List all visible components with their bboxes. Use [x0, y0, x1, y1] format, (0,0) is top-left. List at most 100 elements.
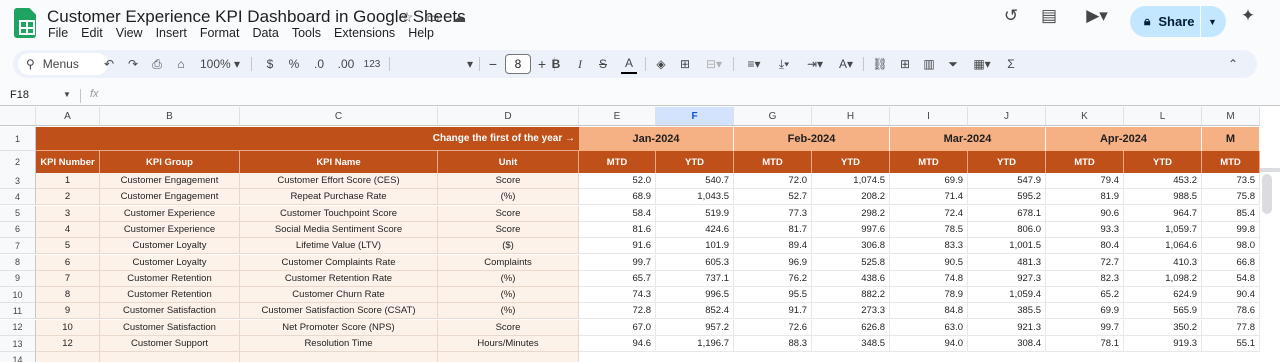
- insert-comment-icon[interactable]: ⊞: [897, 54, 913, 74]
- kpi-num-cell[interactable]: 9: [36, 303, 100, 320]
- column-header[interactable]: J: [968, 107, 1046, 126]
- value-cell[interactable]: 919.3: [1124, 336, 1202, 352]
- value-cell[interactable]: 852.4: [656, 303, 734, 320]
- value-cell[interactable]: 306.8: [812, 238, 890, 255]
- value-cell[interactable]: 208.2: [812, 189, 890, 206]
- row-header[interactable]: 3: [0, 173, 36, 189]
- kpi-group-cell[interactable]: Customer Engagement: [100, 189, 240, 206]
- kpi-name-cell[interactable]: Customer Churn Rate: [240, 287, 438, 304]
- value-cell[interactable]: 73.5: [1202, 173, 1260, 189]
- kpi-name-cell[interactable]: Customer Complaints Rate: [240, 254, 438, 271]
- value-cell[interactable]: 91.6: [579, 238, 656, 255]
- value-cell[interactable]: 308.4: [968, 336, 1046, 352]
- value-cell[interactable]: 93.3: [1046, 221, 1124, 238]
- value-cell[interactable]: 996.5: [656, 287, 734, 304]
- value-cell[interactable]: 921.3: [968, 319, 1046, 336]
- kpi-unit-cell[interactable]: Score: [438, 205, 579, 222]
- value-cell[interactable]: 54.8: [1202, 270, 1260, 287]
- value-cell[interactable]: 66.8: [1202, 254, 1260, 271]
- increase-font-size-button[interactable]: +: [535, 54, 549, 74]
- value-cell[interactable]: 90.5: [890, 254, 968, 271]
- kpi-num-cell[interactable]: 10: [36, 319, 100, 336]
- kpi-name-cell[interactable]: Lifetime Value (LTV): [240, 238, 438, 255]
- kpi-group-cell[interactable]: Customer Support: [100, 336, 240, 352]
- value-cell[interactable]: 453.2: [1124, 173, 1202, 189]
- insert-link-icon[interactable]: ⛓: [871, 54, 889, 74]
- value-cell[interactable]: 298.2: [812, 205, 890, 222]
- menu-tools[interactable]: Tools: [292, 26, 327, 40]
- kpi-unit-cell[interactable]: (%): [438, 303, 579, 320]
- value-cell[interactable]: 98.0: [1202, 238, 1260, 255]
- redo-icon[interactable]: ↷: [125, 54, 141, 74]
- value-cell[interactable]: 410.3: [1124, 254, 1202, 271]
- value-cell[interactable]: 95.5: [734, 287, 812, 304]
- value-cell[interactable]: 94.6: [579, 336, 656, 352]
- value-cell[interactable]: 96.9: [734, 254, 812, 271]
- increase-decimal-button[interactable]: .00: [335, 54, 357, 74]
- value-cell[interactable]: 605.3: [656, 254, 734, 271]
- value-cell[interactable]: 540.7: [656, 173, 734, 189]
- value-cell[interactable]: 806.0: [968, 221, 1046, 238]
- kpi-name-cell[interactable]: Net Promoter Score (NPS): [240, 319, 438, 336]
- filter-icon[interactable]: ⏷: [945, 54, 961, 74]
- value-cell[interactable]: 72.7: [1046, 254, 1124, 271]
- row-header[interactable]: 13: [0, 336, 36, 352]
- kpi-group-cell[interactable]: Customer Engagement: [100, 173, 240, 189]
- menus-search[interactable]: ⚲ Menus: [18, 53, 108, 75]
- value-cell[interactable]: 71.4: [890, 189, 968, 206]
- row-header[interactable]: 6: [0, 221, 36, 238]
- value-cell[interactable]: 1,043.5: [656, 189, 734, 206]
- value-cell[interactable]: 69.9: [890, 173, 968, 189]
- value-cell[interactable]: 81.9: [1046, 189, 1124, 206]
- month-header[interactable]: Apr-2024: [1046, 127, 1202, 151]
- menu-insert[interactable]: Insert: [156, 26, 193, 40]
- row-header[interactable]: 9: [0, 270, 36, 287]
- value-cell[interactable]: 964.7: [1124, 205, 1202, 222]
- menu-extensions[interactable]: Extensions: [334, 26, 401, 40]
- name-box-dropdown-icon[interactable]: ▼: [63, 90, 71, 99]
- row-header[interactable]: 12: [0, 319, 36, 336]
- value-cell[interactable]: 624.9: [1124, 287, 1202, 304]
- kpi-name-cell[interactable]: Customer Effort Score (CES): [240, 173, 438, 189]
- bold-icon[interactable]: B: [549, 54, 563, 74]
- star-icon[interactable]: ☆: [398, 8, 416, 26]
- menu-edit[interactable]: Edit: [81, 26, 109, 40]
- value-cell[interactable]: 1,098.2: [1124, 270, 1202, 287]
- column-header[interactable]: B: [100, 107, 240, 126]
- column-header[interactable]: I: [890, 107, 968, 126]
- version-history-icon[interactable]: ↺: [999, 4, 1023, 28]
- value-cell[interactable]: 90.6: [1046, 205, 1124, 222]
- value-cell[interactable]: 72.0: [734, 173, 812, 189]
- month-header[interactable]: Mar-2024: [890, 127, 1046, 151]
- horizontal-align-icon[interactable]: ≡▾: [741, 54, 767, 74]
- value-cell[interactable]: 55.1: [1202, 336, 1260, 352]
- value-cell[interactable]: 89.4: [734, 238, 812, 255]
- value-cell[interactable]: 988.5: [1124, 189, 1202, 206]
- value-cell[interactable]: 78.5: [890, 221, 968, 238]
- currency-format-button[interactable]: $: [263, 54, 277, 74]
- kpi-num-cell[interactable]: 2: [36, 189, 100, 206]
- gemini-icon[interactable]: ✦: [1236, 4, 1260, 28]
- value-cell[interactable]: 80.4: [1046, 238, 1124, 255]
- kpi-group-cell[interactable]: Customer Satisfaction: [100, 319, 240, 336]
- value-cell[interactable]: 58.4: [579, 205, 656, 222]
- borders-icon[interactable]: ⊞: [677, 54, 693, 74]
- percent-format-button[interactable]: %: [287, 54, 301, 74]
- kpi-unit-cell[interactable]: Score: [438, 221, 579, 238]
- column-header[interactable]: M: [1202, 107, 1260, 126]
- comments-icon[interactable]: ▤: [1037, 4, 1061, 28]
- name-box[interactable]: F18: [10, 89, 29, 101]
- paint-format-icon[interactable]: ⌂: [173, 54, 189, 74]
- kpi-name-cell[interactable]: Customer Touchpoint Score: [240, 205, 438, 222]
- value-cell[interactable]: 77.3: [734, 205, 812, 222]
- kpi-group-cell[interactable]: Customer Experience: [100, 221, 240, 238]
- italic-icon[interactable]: I: [573, 54, 587, 74]
- value-cell[interactable]: 99.8: [1202, 221, 1260, 238]
- font-family-select[interactable]: ▾: [393, 54, 473, 74]
- empty-cell[interactable]: [240, 352, 438, 362]
- value-cell[interactable]: 1,074.5: [812, 173, 890, 189]
- kpi-unit-cell[interactable]: (%): [438, 270, 579, 287]
- meet-icon[interactable]: ▶▾: [1080, 4, 1114, 28]
- row-header[interactable]: 11: [0, 303, 36, 320]
- value-cell[interactable]: 65.7: [579, 270, 656, 287]
